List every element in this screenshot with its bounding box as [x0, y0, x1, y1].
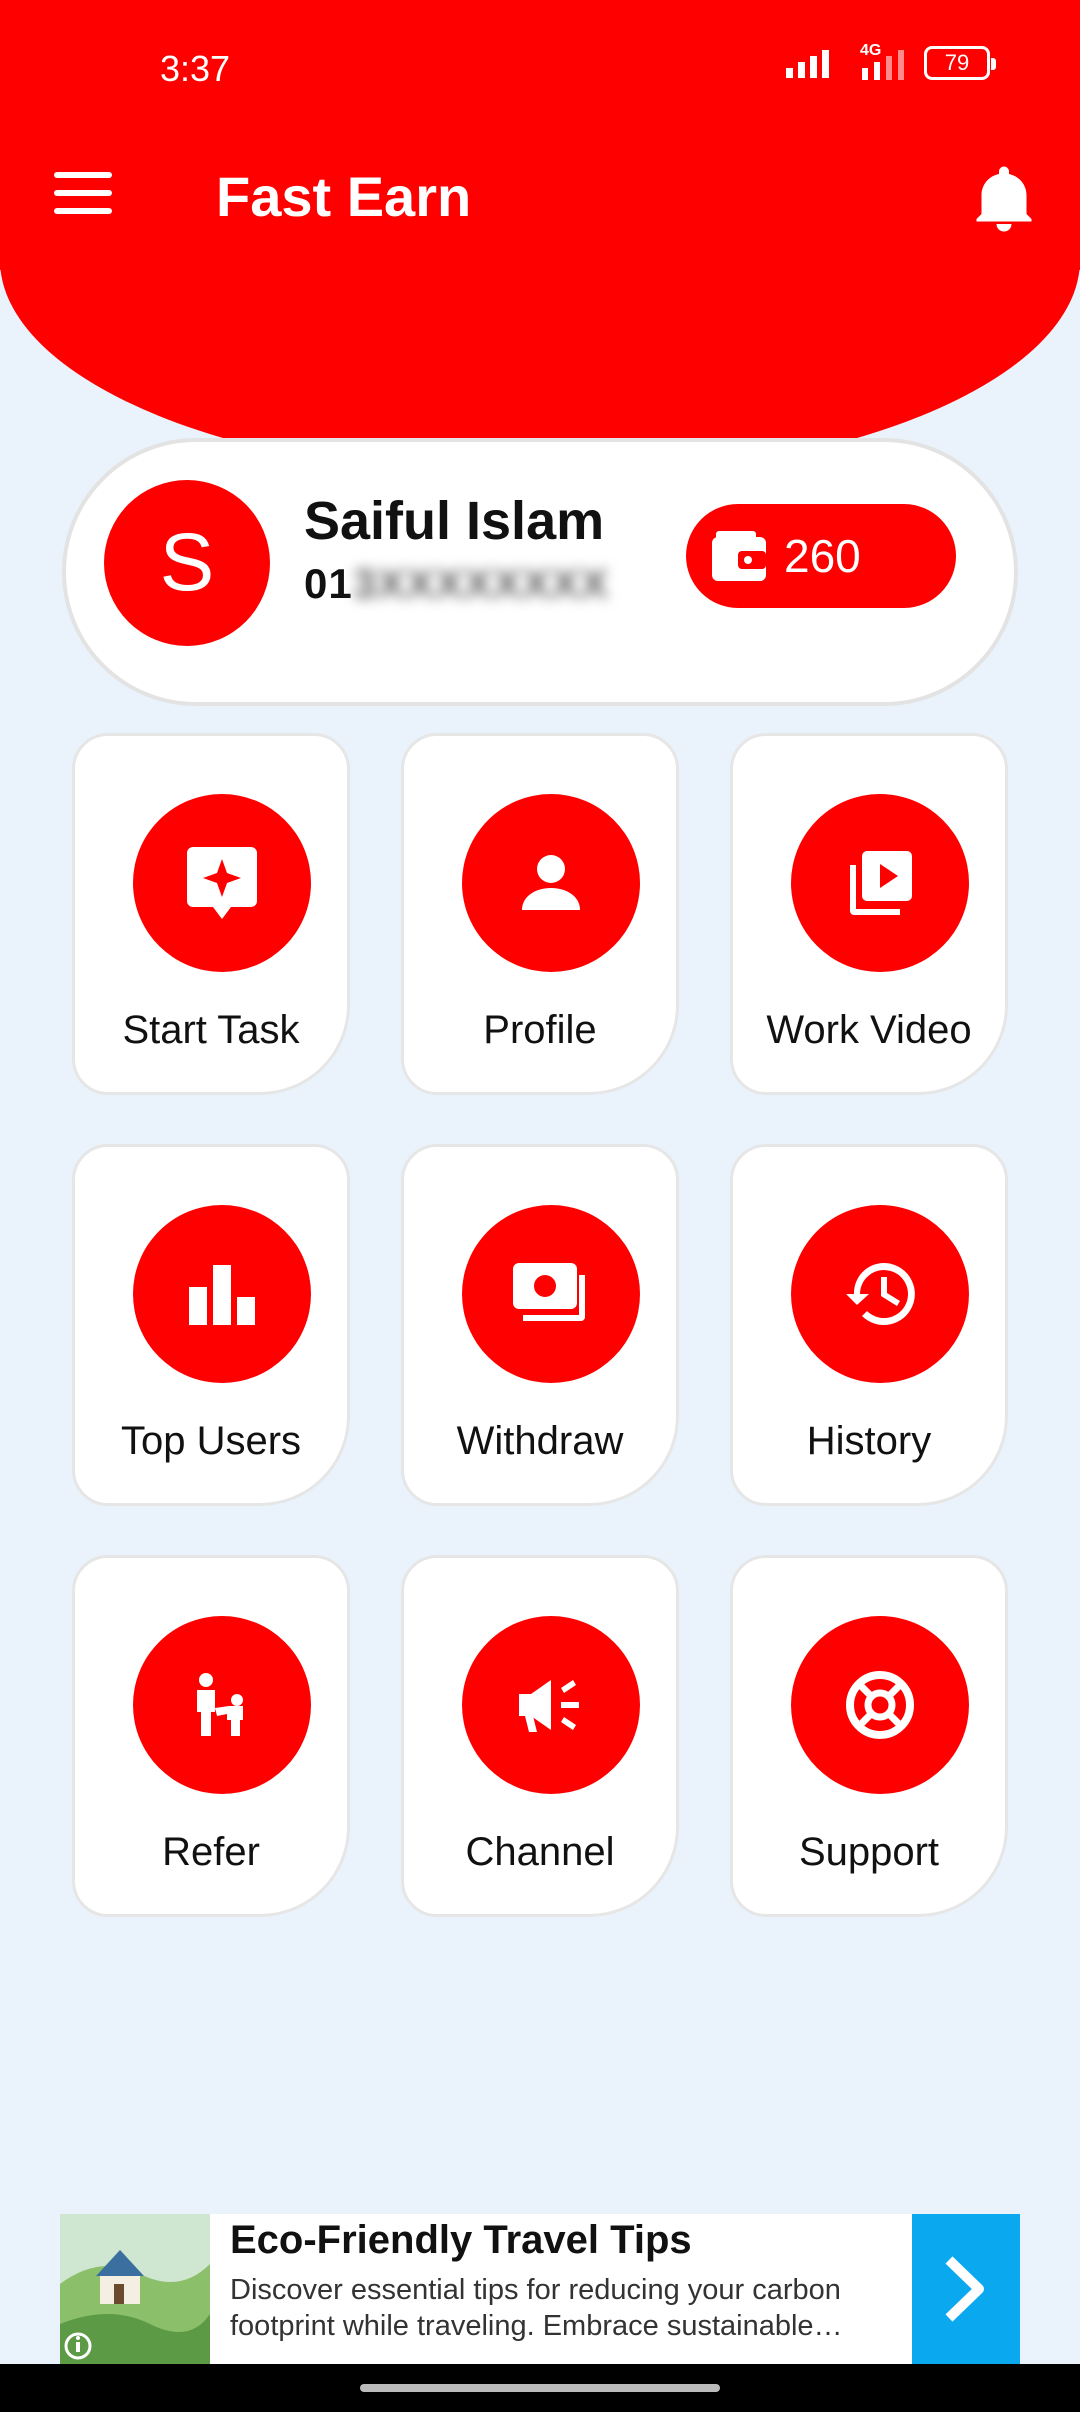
ad-thumbnail-image — [60, 2214, 210, 2364]
family-icon — [197, 1673, 243, 1736]
balance-pill[interactable]: 260 — [686, 504, 956, 608]
phone-redacted: 3XXXXXXXX — [352, 560, 610, 607]
hamburger-menu-icon[interactable] — [54, 172, 112, 216]
wallet-icon — [712, 531, 766, 581]
system-nav-bar — [0, 2364, 1080, 2412]
tile-label: Start Task — [122, 1008, 300, 1052]
refer-icon-circle — [133, 1616, 311, 1794]
support-icon-circle — [791, 1616, 969, 1794]
tile-history[interactable]: History — [730, 1144, 1008, 1506]
ad-open-button[interactable] — [912, 2214, 1020, 2364]
ad-description: Discover essential tips for reducing you… — [230, 2274, 843, 2342]
signal-icon — [786, 50, 829, 78]
phone-visible: 01 — [304, 560, 353, 607]
history-icon — [846, 1263, 915, 1325]
user-name: Saiful Islam — [304, 491, 605, 551]
task-icon-circle — [133, 794, 311, 972]
balance-value: 260 — [784, 530, 861, 582]
tile-label: Top Users — [120, 1419, 302, 1463]
ad-title: Eco-Friendly Travel Tips — [230, 2218, 692, 2262]
lifebuoy-icon — [846, 1671, 914, 1739]
app-title: Fast Earn — [216, 165, 472, 228]
tile-channel[interactable]: Channel — [401, 1555, 679, 1917]
tile-label: Support — [798, 1830, 940, 1874]
bell-icon[interactable] — [974, 164, 1034, 234]
home-gesture-handle[interactable] — [360, 2384, 720, 2392]
tile-work-video[interactable]: Work Video — [730, 733, 1008, 1095]
tile-label: Profile — [483, 1008, 597, 1052]
ad-banner[interactable]: Eco-Friendly Travel Tips Discover essent… — [60, 2214, 1020, 2364]
status-time: 3:37 — [160, 48, 231, 89]
user-phone: 013XXXXXXXX — [304, 560, 609, 608]
cash-icon-circle — [462, 1205, 640, 1383]
megaphone-icon — [519, 1680, 579, 1732]
network-4g-icon: 4G — [848, 42, 908, 80]
chevron-right-icon — [945, 2256, 984, 2322]
channel-icon-circle — [462, 1616, 640, 1794]
task-icon — [187, 847, 257, 919]
tile-refer[interactable]: Refer — [72, 1555, 350, 1917]
battery-level: 79 — [944, 50, 970, 75]
status-icons: 4G 79 — [786, 42, 996, 80]
tile-profile[interactable]: Profile — [401, 733, 679, 1095]
video-icon-circle — [791, 794, 969, 972]
battery-icon: 79 — [924, 46, 996, 80]
history-icon-circle — [791, 1205, 969, 1383]
profile-card: S Saiful Islam 013XXXXXXXX 260 — [62, 438, 1018, 706]
app-bar: Fast Earn — [0, 150, 1080, 240]
tile-label: History — [806, 1419, 932, 1463]
tile-start-task[interactable]: Start Task — [72, 733, 350, 1095]
tile-label: Channel — [465, 1830, 615, 1874]
person-icon-circle — [462, 794, 640, 972]
tile-top-users[interactable]: Top Users — [72, 1144, 350, 1506]
tile-withdraw[interactable]: Withdraw — [401, 1144, 679, 1506]
tile-label: Withdraw — [456, 1419, 624, 1463]
status-bar: 3:37 4G 79 — [0, 0, 1080, 130]
tile-support[interactable]: Support — [730, 1555, 1008, 1917]
tile-label: Work Video — [766, 1008, 972, 1052]
avatar[interactable]: S — [104, 480, 270, 646]
cash-icon — [513, 1263, 585, 1321]
chart-icon-circle — [133, 1205, 311, 1383]
tile-label: Refer — [162, 1830, 260, 1874]
video-library-icon — [850, 851, 912, 915]
bar-chart-icon — [189, 1265, 255, 1325]
person-icon — [522, 855, 580, 910]
